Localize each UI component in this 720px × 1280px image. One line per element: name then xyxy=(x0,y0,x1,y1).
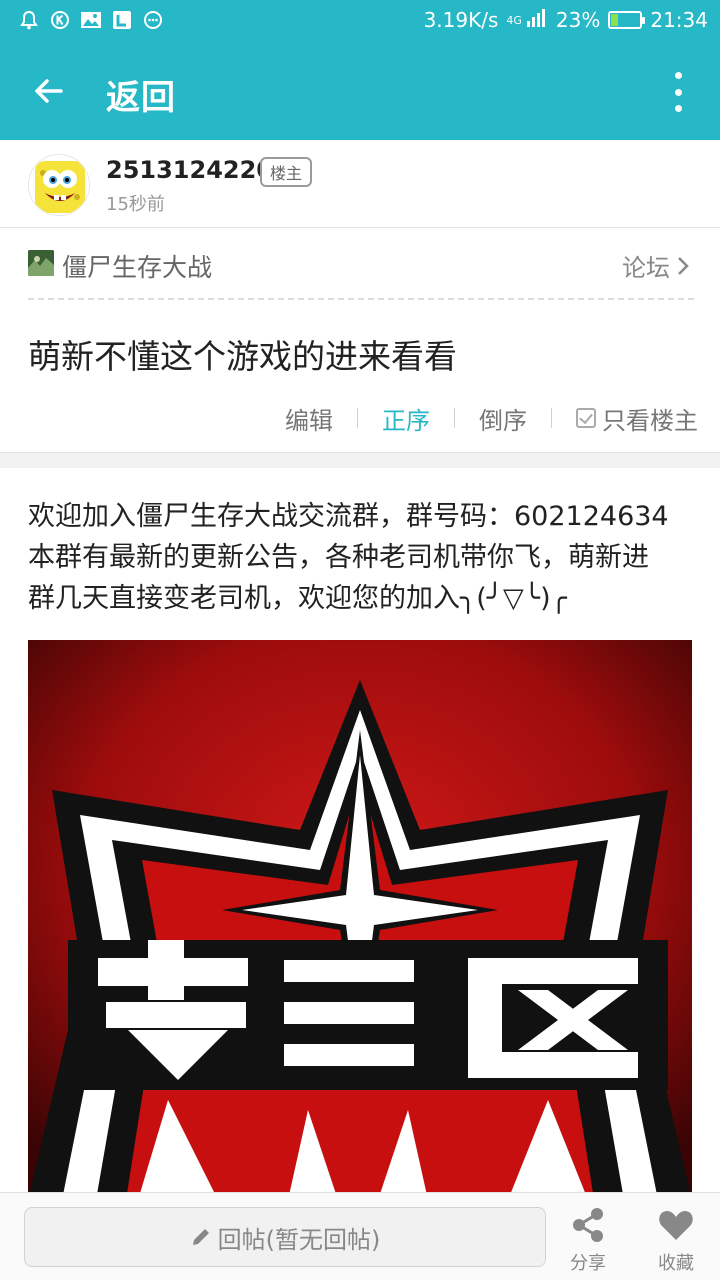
sort-ascending-button[interactable]: 正序 xyxy=(358,401,454,436)
post-title: 萌新不懂这个游戏的进来看看 xyxy=(28,337,457,376)
back-button[interactable] xyxy=(26,68,72,114)
post-body-line: 群几天直接变老司机，欢迎您的加入╮(╯▽╰)╭ xyxy=(28,583,567,614)
share-label: 分享 xyxy=(570,1253,606,1274)
pencil-icon xyxy=(192,1229,209,1245)
heart-icon xyxy=(659,1211,693,1240)
forum-name[interactable]: 僵尸生存大战 xyxy=(62,248,212,284)
avatar[interactable] xyxy=(28,154,90,216)
edit-button[interactable]: 编辑 xyxy=(261,401,357,436)
post-body-line: 本群有最新的更新公告，各种老司机带你飞，萌新进 xyxy=(28,542,649,573)
app-bar: 返回 xyxy=(0,42,720,140)
author-username[interactable]: 2513124220 xyxy=(106,156,273,184)
more-options-button[interactable] xyxy=(666,72,690,112)
chevron-right-icon xyxy=(678,256,689,275)
favorite-label: 收藏 xyxy=(658,1253,694,1274)
status-bar-notifications xyxy=(18,9,164,31)
forum-row[interactable]: 僵尸生存大战 论坛 xyxy=(28,228,694,300)
image-icon xyxy=(80,9,102,31)
network-type: 4G xyxy=(506,13,522,27)
section-divider xyxy=(0,452,720,468)
signal-icon xyxy=(526,8,548,32)
arrow-left-icon xyxy=(35,79,63,103)
bell-icon xyxy=(18,9,40,31)
l-app-icon xyxy=(111,9,133,31)
sort-descending-button[interactable]: 倒序 xyxy=(455,401,551,436)
bottom-bar: 回帖(暂无回帖) 分享 收藏 xyxy=(0,1192,720,1280)
author-row: 2513124220 楼主 15秒前 xyxy=(0,140,720,228)
clock: 21:34 xyxy=(650,8,708,32)
more-vertical-icon xyxy=(674,72,682,79)
reply-input[interactable]: 回帖(暂无回帖) xyxy=(24,1207,546,1267)
op-only-toggle[interactable]: 只看楼主 xyxy=(552,401,698,436)
forum-link[interactable]: 论坛 xyxy=(622,248,690,283)
favorite-button[interactable]: 收藏 xyxy=(646,1205,706,1277)
forum-thumbnail xyxy=(28,250,54,276)
checkbox-icon xyxy=(576,408,596,428)
order-bar: 编辑 正序 倒序 只看楼主 xyxy=(261,400,698,436)
battery-icon xyxy=(608,11,646,29)
battery-percent: 23% xyxy=(555,8,601,32)
forum-link-label: 论坛 xyxy=(622,254,670,282)
share-button[interactable]: 分享 xyxy=(558,1205,618,1277)
post-image[interactable] xyxy=(28,640,692,1200)
net-speed: 3.19K/s xyxy=(423,8,499,32)
status-bar: 3.19K/s 4G 23% 21:34 xyxy=(0,0,720,42)
chat-bubble-icon xyxy=(142,9,164,31)
k-app-icon xyxy=(49,9,71,31)
op-badge: 楼主 xyxy=(260,157,313,187)
reply-placeholder: 回帖(暂无回帖) xyxy=(217,1225,381,1254)
app-bar-title[interactable]: 返回 xyxy=(106,70,176,119)
post-body-line: 欢迎加入僵尸生存大战交流群，群号码：602124634 xyxy=(28,501,669,532)
post-body: 欢迎加入僵尸生存大战交流群，群号码：602124634 本群有最新的更新公告，各… xyxy=(28,496,696,619)
share-icon xyxy=(573,1208,603,1242)
op-only-label: 只看楼主 xyxy=(602,406,698,435)
post-time: 15秒前 xyxy=(106,194,165,215)
